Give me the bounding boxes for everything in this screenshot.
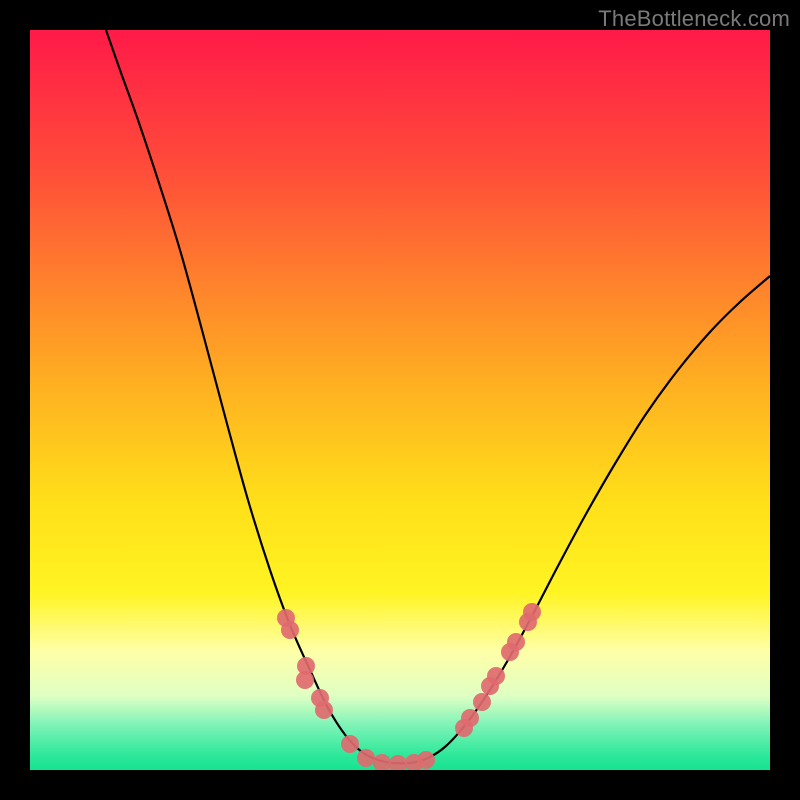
data-marker xyxy=(487,667,505,685)
watermark-text: TheBottleneck.com xyxy=(598,6,790,32)
data-marker xyxy=(523,603,541,621)
curve-layer xyxy=(30,30,770,770)
data-marker xyxy=(507,633,525,651)
data-marker xyxy=(473,693,491,711)
data-marker xyxy=(315,701,333,719)
data-marker xyxy=(417,751,435,769)
bottleneck-curve-left xyxy=(106,30,392,763)
data-marker xyxy=(341,735,359,753)
plot-area xyxy=(30,30,770,770)
data-marker xyxy=(461,709,479,727)
data-marker xyxy=(281,621,299,639)
bottleneck-curve-right xyxy=(392,276,770,763)
data-marker xyxy=(389,755,407,770)
data-marker xyxy=(373,754,391,770)
data-marker xyxy=(296,671,314,689)
data-marker xyxy=(357,749,375,767)
chart-frame: TheBottleneck.com xyxy=(0,0,800,800)
